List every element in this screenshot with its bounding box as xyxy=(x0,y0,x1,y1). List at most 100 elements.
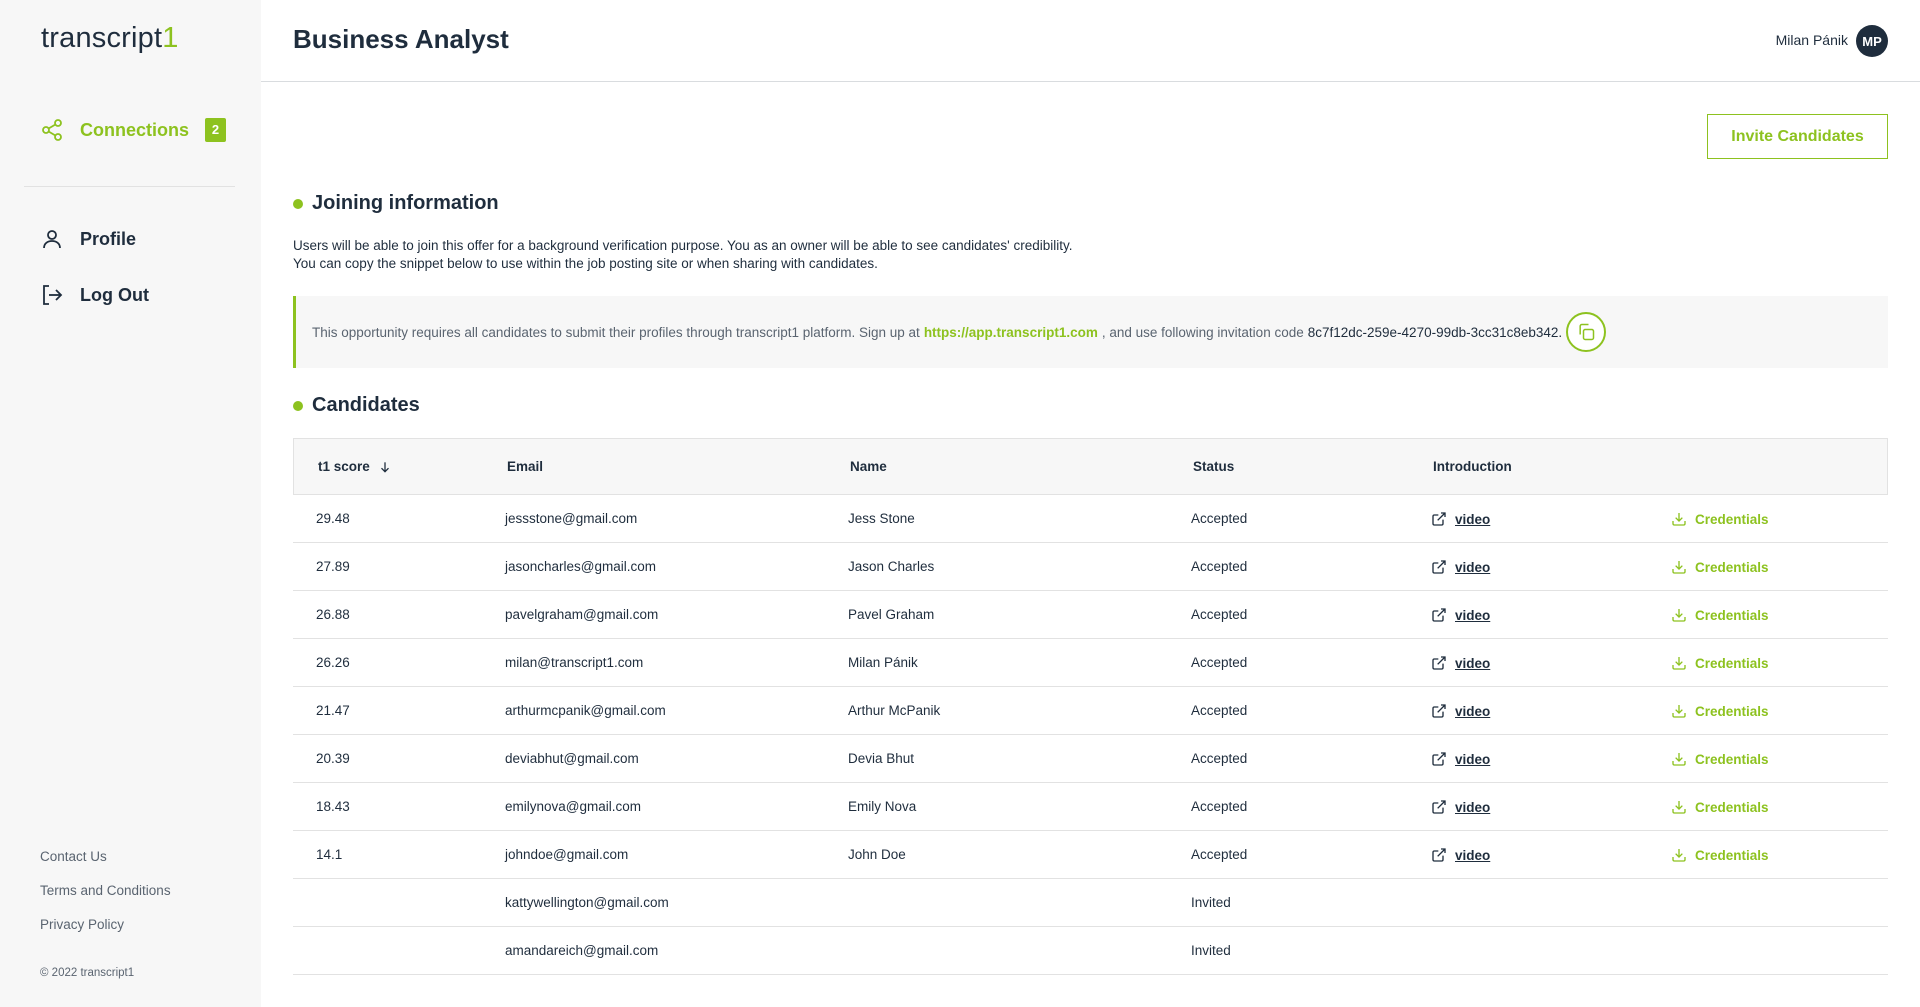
download-icon xyxy=(1671,559,1687,575)
logo-accent: 1 xyxy=(162,22,179,54)
download-icon xyxy=(1671,703,1687,719)
video-link[interactable]: video xyxy=(1431,607,1490,623)
download-icon xyxy=(1671,751,1687,767)
download-icon xyxy=(1671,511,1687,527)
cell-email: arthurmcpanik@gmail.com xyxy=(505,703,666,718)
snippet-text: , and use following invitation code xyxy=(1101,324,1304,340)
joining-description-line: Users will be able to join this offer fo… xyxy=(293,238,1073,253)
credentials-download-button[interactable]: Credentials xyxy=(1671,511,1769,527)
column-header-introduction: Introduction xyxy=(1433,459,1512,474)
table-row: 29.48 jessstone@gmail.com Jess Stone Accept… xyxy=(293,495,1888,543)
credentials-download-button[interactable]: Credentials xyxy=(1671,559,1769,575)
credentials-label: Credentials xyxy=(1695,703,1769,719)
external-link-icon xyxy=(1431,607,1447,623)
cell-status: Accepted xyxy=(1191,511,1248,526)
topbar: Business Analyst Milan Pánik MP xyxy=(261,0,1920,82)
cell-email: johndoe@gmail.com xyxy=(505,847,629,862)
cell-email: amandareich@gmail.com xyxy=(505,943,659,958)
sidebar-item-connections[interactable]: Connections 2 xyxy=(40,118,227,142)
cell-score: 20.39 xyxy=(316,751,350,766)
cell-email: milan@transcript1.com xyxy=(505,655,644,670)
copyright: © 2022 transcript1 xyxy=(40,967,135,979)
invitation-snippet: This opportunity requires all candidates… xyxy=(293,296,1888,368)
cell-score: 27.89 xyxy=(316,559,350,574)
video-link[interactable]: video xyxy=(1431,655,1490,671)
column-header-status: Status xyxy=(1193,459,1235,474)
external-link-icon xyxy=(1431,511,1447,527)
table-row: 18.43 emilynova@gmail.com Emily Nova Accept… xyxy=(293,783,1888,831)
cell-email: kattywellington@gmail.com xyxy=(505,895,669,910)
invitation-code: 8c7f12dc-259e-4270-99db-3cc31c8eb342. xyxy=(1307,324,1563,340)
table-row: 21.47 arthurmcpanik@gmail.com Arthur McPan… xyxy=(293,687,1888,735)
copy-icon xyxy=(1579,323,1595,341)
cell-score: 26.26 xyxy=(316,655,350,670)
credentials-download-button[interactable]: Credentials xyxy=(1671,799,1769,815)
cell-name: John Doe xyxy=(848,847,906,862)
logo-text: transcript xyxy=(41,22,163,54)
download-icon xyxy=(1671,847,1687,863)
cell-name: Emily Nova xyxy=(848,799,917,814)
external-link-icon xyxy=(1431,799,1447,815)
credentials-label: Credentials xyxy=(1695,511,1769,527)
sidebar-item-label: Connections xyxy=(80,119,190,140)
user-name[interactable]: Milan Pánik xyxy=(1776,32,1848,48)
cell-email: jessstone@gmail.com xyxy=(505,511,638,526)
video-link[interactable]: video xyxy=(1431,751,1490,767)
cell-status: Accepted xyxy=(1191,703,1248,718)
privacy-policy-link[interactable]: Privacy Policy xyxy=(40,917,124,932)
bullet-dot xyxy=(293,198,303,209)
credentials-download-button[interactable]: Credentials xyxy=(1671,655,1769,671)
cell-status: Accepted xyxy=(1191,559,1248,574)
video-link-label: video xyxy=(1455,607,1491,623)
table-header: t1 score Email Name Status Introduction xyxy=(293,438,1888,495)
external-link-icon xyxy=(1431,559,1447,575)
signup-link[interactable]: https://app.transcript1.com xyxy=(924,325,1098,340)
cell-email: emilynova@gmail.com xyxy=(505,799,641,814)
download-icon xyxy=(1671,655,1687,671)
cell-score: 14.1 xyxy=(316,847,343,862)
video-link[interactable]: video xyxy=(1431,559,1490,575)
section-title-text: Joining information xyxy=(312,192,499,214)
video-link[interactable]: video xyxy=(1431,703,1490,719)
credentials-download-button[interactable]: Credentials xyxy=(1671,703,1769,719)
connections-count-badge: 2 xyxy=(205,118,227,142)
sidebar-item-logout[interactable]: Log Out xyxy=(40,283,149,307)
snippet-text: This opportunity requires all candidates… xyxy=(312,324,920,340)
cell-name: Devia Bhut xyxy=(848,751,915,766)
credentials-label: Credentials xyxy=(1695,655,1769,671)
cell-name: Pavel Graham xyxy=(848,607,935,622)
sidebar-item-profile[interactable]: Profile xyxy=(40,227,136,251)
table-body: 29.48 jessstone@gmail.com Jess Stone Accept… xyxy=(293,495,1888,975)
table-row: amandareich@gmail.com Invited xyxy=(293,927,1888,975)
joining-description-line: You can copy the snippet below to use wi… xyxy=(293,256,878,271)
sidebar-item-label: Log Out xyxy=(80,284,149,305)
avatar[interactable]: MP xyxy=(1856,25,1888,57)
video-link-label: video xyxy=(1455,799,1491,815)
credentials-label: Credentials xyxy=(1695,751,1769,767)
column-header-score[interactable]: t1 score xyxy=(318,459,392,474)
candidates-table: t1 score Email Name Status Introduction … xyxy=(293,438,1888,975)
copy-snippet-button[interactable] xyxy=(1566,312,1607,352)
cell-score: 29.48 xyxy=(316,511,350,526)
contact-us-link[interactable]: Contact Us xyxy=(40,849,107,864)
logo[interactable]: transcript1 xyxy=(41,22,179,55)
cell-score: 18.43 xyxy=(316,799,350,814)
logout-icon xyxy=(40,283,64,307)
share-icon xyxy=(40,118,64,142)
table-row: 26.88 pavelgraham@gmail.com Pavel Graham Ac… xyxy=(293,591,1888,639)
credentials-download-button[interactable]: Credentials xyxy=(1671,847,1769,863)
credentials-download-button[interactable]: Credentials xyxy=(1671,607,1769,623)
cell-email: deviabhut@gmail.com xyxy=(505,751,639,766)
credentials-download-button[interactable]: Credentials xyxy=(1671,751,1769,767)
video-link[interactable]: video xyxy=(1431,799,1490,815)
invite-candidates-button[interactable]: Invite Candidates xyxy=(1707,114,1888,159)
candidates-heading: Candidates xyxy=(293,394,420,417)
external-link-icon xyxy=(1431,703,1447,719)
video-link[interactable]: video xyxy=(1431,847,1490,863)
terms-link[interactable]: Terms and Conditions xyxy=(40,883,171,898)
video-link[interactable]: video xyxy=(1431,511,1490,527)
nav-divider xyxy=(24,186,235,187)
video-link-label: video xyxy=(1455,559,1491,575)
credentials-label: Credentials xyxy=(1695,559,1769,575)
cell-name: Milan Pánik xyxy=(848,655,918,670)
